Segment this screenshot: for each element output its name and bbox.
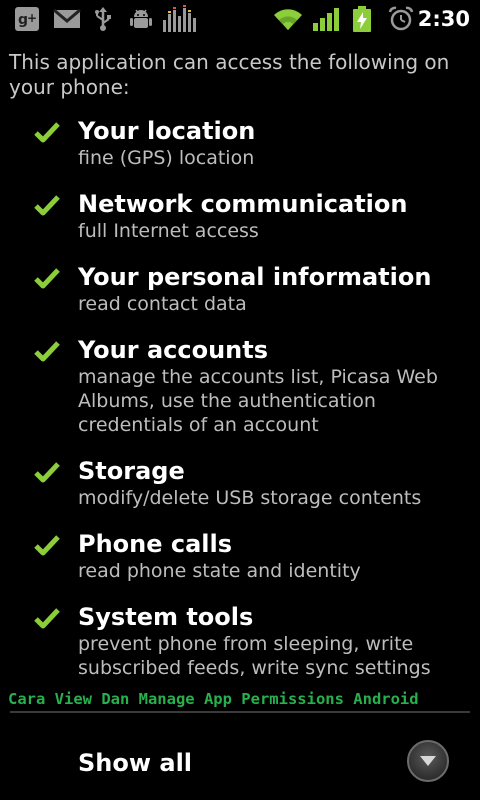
permission-description: prevent phone from sleeping, write subsc… <box>78 633 431 679</box>
permission-description: modify/delete USB storage contents <box>78 487 422 509</box>
google-plus-icon: g + <box>14 6 40 32</box>
permissions-intro: This application can access the followin… <box>9 50 450 99</box>
check-icon <box>34 122 60 143</box>
android-debug-icon <box>128 6 154 32</box>
status-bar: g + 2:30 <box>0 0 480 38</box>
permission-description: read phone state and identity <box>78 560 361 582</box>
watermark-caption: Cara View Dan Manage App Permissions And… <box>8 690 419 708</box>
check-icon <box>34 535 60 556</box>
check-icon <box>34 341 60 362</box>
permission-title: Network communication <box>78 190 408 218</box>
check-icon <box>34 195 60 216</box>
show-all-label: Show all <box>78 749 193 777</box>
check-icon <box>34 462 60 483</box>
permission-title: Storage <box>78 457 185 485</box>
permission-title: Your accounts <box>78 336 269 364</box>
svg-text:+: + <box>27 11 37 25</box>
show-all-row[interactable]: Show all <box>0 714 480 800</box>
expand-button[interactable] <box>407 740 449 782</box>
permission-title: System tools <box>78 603 254 631</box>
permission-title: Your location <box>78 117 256 145</box>
check-icon <box>34 268 60 289</box>
status-clock: 2:30 <box>417 7 470 31</box>
gmail-icon <box>53 6 81 32</box>
permission-title: Your personal information <box>78 263 432 291</box>
check-icon <box>34 608 60 629</box>
chevron-down-icon <box>420 756 436 766</box>
wifi-icon <box>272 6 304 32</box>
permission-description: full Internet access <box>78 220 259 242</box>
permission-description: fine (GPS) location <box>78 147 255 169</box>
alarm-icon <box>388 6 414 32</box>
battery-charging-icon <box>352 6 372 32</box>
permission-title: Phone calls <box>78 530 233 558</box>
usb-icon <box>92 6 114 32</box>
equalizer-icon <box>162 5 198 32</box>
permission-description: manage the accounts list, Picasa Web Alb… <box>78 366 438 436</box>
permission-description: read contact data <box>78 293 247 315</box>
signal-icon <box>312 6 340 32</box>
divider <box>10 711 470 713</box>
